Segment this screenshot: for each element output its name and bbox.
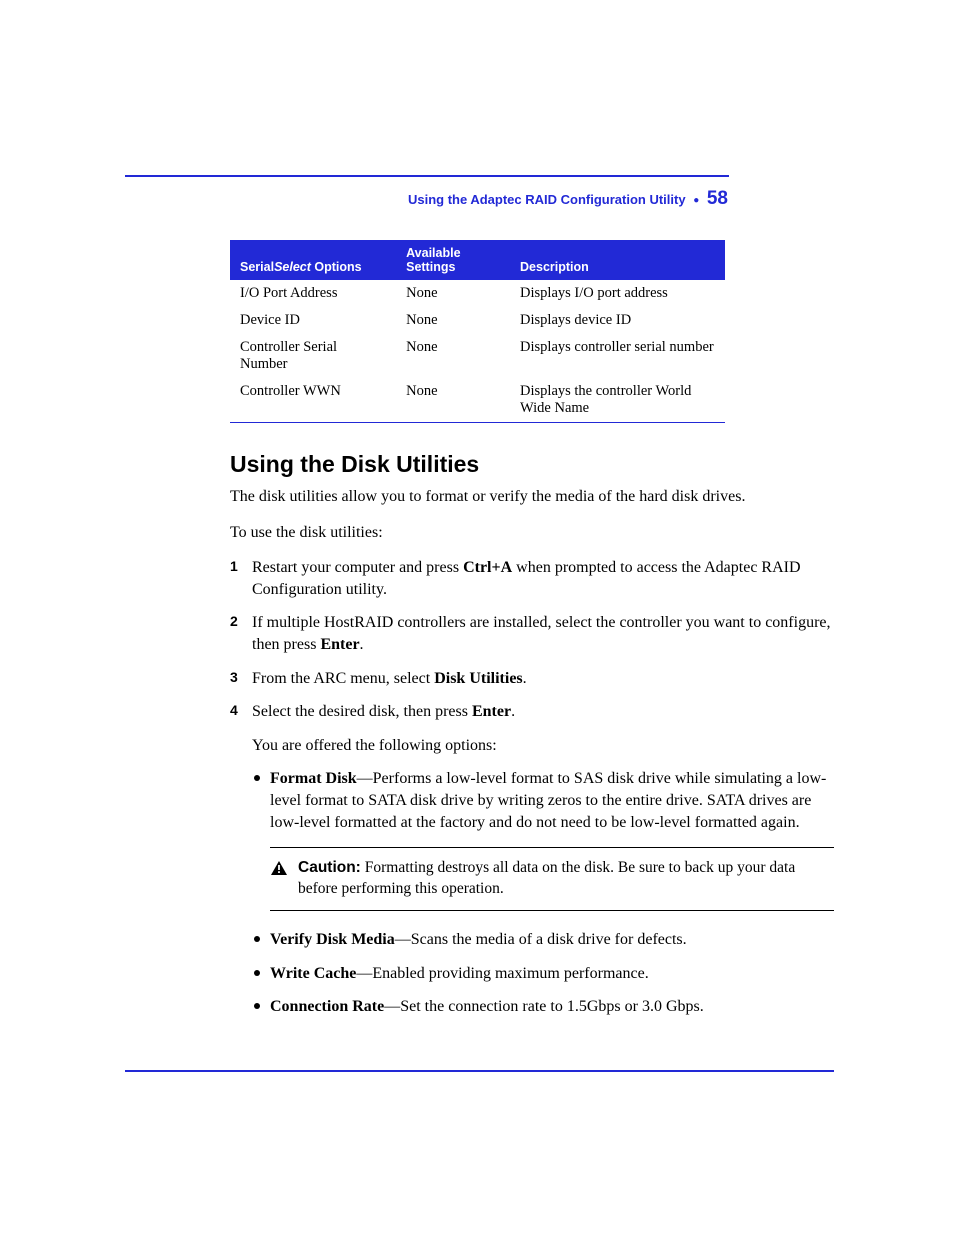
bullet-verify-disk: Verify Disk Media—Scans the media of a d… xyxy=(252,929,834,951)
options-bullet-list: Format Disk—Performs a low-level format … xyxy=(252,768,834,1017)
spacer xyxy=(230,1030,834,1070)
cell-option: Controller WWN xyxy=(230,378,396,423)
cell-desc: Displays device ID xyxy=(510,307,725,334)
page-number: 58 xyxy=(707,188,728,209)
document-page: Using the Adaptec RAID Configuration Uti… xyxy=(0,0,954,1132)
cell-desc: Displays controller serial number xyxy=(510,334,725,378)
bullet-label: Verify Disk Media xyxy=(270,931,395,948)
step-subtext: You are offered the following options: xyxy=(252,735,834,757)
cell-settings: None xyxy=(396,378,510,423)
th-options-prefix: Serial xyxy=(240,260,274,274)
menu-disk-utilities: Disk Utilities xyxy=(434,670,522,687)
table-row: Controller Serial Number None Displays c… xyxy=(230,334,725,378)
header-rule xyxy=(125,175,729,177)
bullet-text: —Set the connection rate to 1.5Gbps or 3… xyxy=(384,998,704,1015)
cell-settings: None xyxy=(396,334,510,378)
key-enter: Enter xyxy=(472,703,511,720)
step-text: Restart your computer and press xyxy=(252,559,463,576)
intro-paragraph: The disk utilities allow you to format o… xyxy=(230,486,834,508)
bullet-text: —Enabled providing maximum performance. xyxy=(356,965,648,982)
bullet-label: Write Cache xyxy=(270,965,356,982)
step-text: . xyxy=(360,636,364,653)
step-3: 3 From the ARC menu, select Disk Utiliti… xyxy=(230,668,834,690)
options-table: SerialSelect Options Available Settings … xyxy=(230,240,725,423)
bullet-format-disk: Format Disk—Performs a low-level format … xyxy=(252,768,834,911)
lead-in-paragraph: To use the disk utilities: xyxy=(230,522,834,544)
header-section-title: Using the Adaptec RAID Configuration Uti… xyxy=(408,192,686,207)
caution-label: Caution: xyxy=(298,859,361,876)
step-text: From the ARC menu, select xyxy=(252,670,434,687)
bullet-label: Connection Rate xyxy=(270,998,384,1015)
th-options-italic: Select xyxy=(274,260,311,274)
table-row: Device ID None Displays device ID xyxy=(230,307,725,334)
bullet-icon: ● xyxy=(693,195,699,206)
bullet-label: Format Disk xyxy=(270,770,357,787)
section-heading: Using the Disk Utilities xyxy=(230,451,834,478)
step-text: . xyxy=(511,703,515,720)
cell-desc: Displays I/O port address xyxy=(510,280,725,307)
cell-settings: None xyxy=(396,307,510,334)
bullet-text: —Scans the media of a disk drive for def… xyxy=(395,931,687,948)
footer-rule xyxy=(125,1070,834,1072)
key-enter: Enter xyxy=(320,636,359,653)
th-description: Description xyxy=(510,240,725,280)
cell-option: I/O Port Address xyxy=(230,280,396,307)
step-2: 2 If multiple HostRAID controllers are i… xyxy=(230,612,834,655)
step-text: . xyxy=(523,670,527,687)
step-number: 4 xyxy=(230,701,238,720)
step-text: Select the desired disk, then press xyxy=(252,703,472,720)
cell-option: Device ID xyxy=(230,307,396,334)
bullet-write-cache: Write Cache—Enabled providing maximum pe… xyxy=(252,963,834,985)
cell-settings: None xyxy=(396,280,510,307)
step-number: 2 xyxy=(230,612,238,631)
caution-text: Formatting destroys all data on the disk… xyxy=(298,859,795,897)
step-4: 4 Select the desired disk, then press En… xyxy=(230,701,834,1018)
cell-option: Controller Serial Number xyxy=(230,334,396,378)
numbered-steps: 1 Restart your computer and press Ctrl+A… xyxy=(230,557,834,1018)
step-number: 1 xyxy=(230,557,238,576)
th-options-suffix: Options xyxy=(311,260,362,274)
key-ctrl-a: Ctrl+A xyxy=(463,559,512,576)
cell-desc: Displays the controller World Wide Name xyxy=(510,378,725,423)
step-1: 1 Restart your computer and press Ctrl+A… xyxy=(230,557,834,600)
caution-icon xyxy=(270,860,288,883)
running-header: Using the Adaptec RAID Configuration Uti… xyxy=(408,188,728,210)
th-settings: Available Settings xyxy=(396,240,510,280)
table-row: Controller WWN None Displays the control… xyxy=(230,378,725,423)
caution-box: Caution: Formatting destroys all data on… xyxy=(270,847,834,911)
table-row: I/O Port Address None Displays I/O port … xyxy=(230,280,725,307)
bullet-connection-rate: Connection Rate—Set the connection rate … xyxy=(252,996,834,1018)
step-number: 3 xyxy=(230,668,238,687)
th-options: SerialSelect Options xyxy=(230,240,396,280)
